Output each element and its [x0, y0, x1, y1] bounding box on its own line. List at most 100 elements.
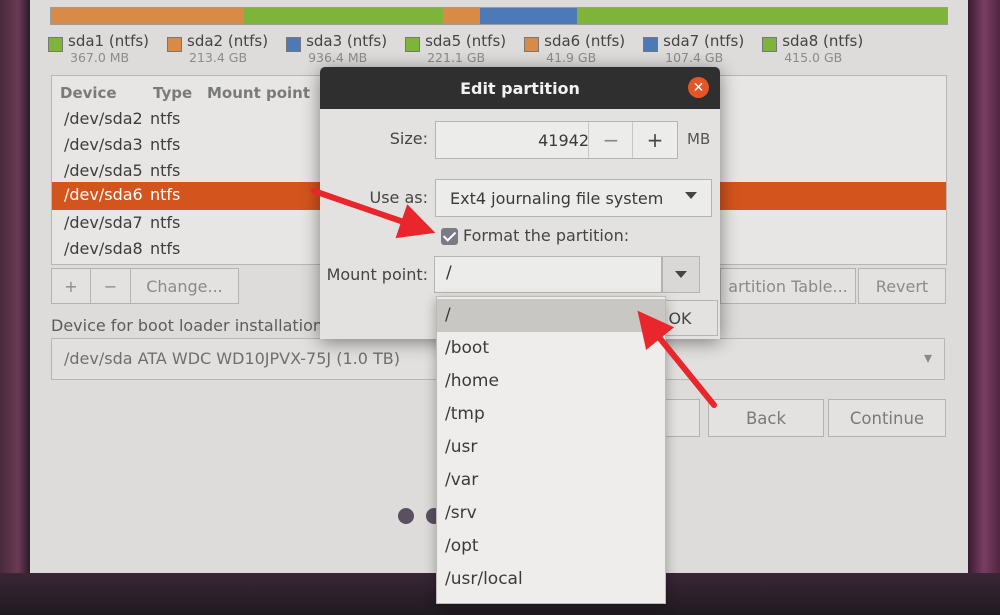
- legend-name: sda3 (ntfs): [306, 32, 388, 50]
- format-label[interactable]: Format the partition:: [463, 226, 629, 245]
- increase-button[interactable]: +: [632, 122, 677, 158]
- legend-swatch: [286, 37, 302, 52]
- monitor-bezel-right: [968, 0, 1000, 615]
- mount-option[interactable]: /usr: [437, 431, 665, 464]
- size-value[interactable]: 41942: [538, 131, 589, 150]
- legend-item: sda5 (ntfs) 221.1 GB: [405, 32, 506, 65]
- legend-name: sda7 (ntfs): [663, 32, 745, 50]
- mount-point-value: /: [446, 263, 452, 283]
- legend-item: sda1 (ntfs) 367.0 MB: [48, 32, 149, 65]
- mount-option-label: /tmp: [445, 404, 485, 424]
- remove-partition-button[interactable]: −: [91, 268, 131, 304]
- row-type: ntfs: [150, 239, 181, 258]
- size-label: Size:: [389, 129, 428, 148]
- boot-loader-device: /dev/sda ATA WDC WD10JPVX-75J (1.0 TB): [64, 349, 400, 368]
- mount-option[interactable]: /boot: [437, 332, 665, 365]
- column-device[interactable]: Device: [60, 84, 117, 102]
- back-button[interactable]: Back: [708, 399, 824, 437]
- mount-option-label: /srv: [445, 503, 477, 523]
- row-type: ntfs: [150, 185, 181, 204]
- quit-button[interactable]: [660, 399, 700, 437]
- legend-name: sda2 (ntfs): [187, 32, 269, 50]
- mount-option[interactable]: /usr/local: [437, 563, 665, 596]
- revert-button[interactable]: Revert: [858, 268, 946, 304]
- mount-point-label: Mount point:: [326, 265, 428, 284]
- legend-name: sda8 (ntfs): [782, 32, 864, 50]
- legend-size: 415.0 GB: [784, 50, 843, 65]
- legend-name: sda5 (ntfs): [425, 32, 507, 50]
- chevron-down-icon: ▾: [923, 348, 932, 367]
- use-as-label: Use as:: [369, 188, 428, 207]
- legend-item: sda7 (ntfs) 107.4 GB: [643, 32, 744, 65]
- row-device: /dev/sda6: [64, 185, 143, 204]
- legend-size: 41.9 GB: [546, 50, 597, 65]
- legend-name: sda6 (ntfs): [544, 32, 626, 50]
- legend-item: sda2 (ntfs) 213.4 GB: [167, 32, 268, 65]
- boot-loader-label: Device for boot loader installation:: [51, 316, 329, 335]
- mount-option[interactable]: /opt: [437, 530, 665, 563]
- mount-option-label: /var: [445, 470, 479, 490]
- format-checkbox[interactable]: [441, 228, 458, 245]
- row-type: ntfs: [150, 213, 181, 232]
- continue-button[interactable]: Continue: [828, 399, 946, 437]
- legend-swatch: [762, 37, 778, 52]
- mount-option[interactable]: /home: [437, 365, 665, 398]
- legend-item: sda3 (ntfs) 936.4 MB: [286, 32, 387, 65]
- partition-bar-sda3: [442, 8, 481, 24]
- mount-option-label: /home: [445, 371, 499, 391]
- mount-point-dropdown-button[interactable]: [662, 256, 700, 293]
- mount-option-label: /usr: [445, 437, 478, 457]
- row-type: ntfs: [150, 135, 181, 154]
- partition-bar-sda6: [576, 8, 947, 24]
- mount-option[interactable]: /var: [437, 464, 665, 497]
- use-as-select[interactable]: Ext4 journaling file system: [435, 179, 712, 217]
- chevron-down-icon: [685, 192, 697, 199]
- mount-point-input[interactable]: /: [434, 256, 662, 293]
- close-icon[interactable]: ✕: [688, 77, 709, 98]
- mount-option-label: /opt: [445, 536, 479, 556]
- row-type: ntfs: [150, 109, 181, 128]
- progress-dot: [398, 508, 414, 524]
- row-device: /dev/sda7: [64, 213, 143, 232]
- mount-option[interactable]: /srv: [437, 497, 665, 530]
- legend-size: 367.0 MB: [70, 50, 130, 65]
- legend-name: sda1 (ntfs): [68, 32, 150, 50]
- decrease-button[interactable]: −: [588, 122, 633, 158]
- add-partition-button[interactable]: +: [51, 268, 91, 304]
- size-unit: MB: [687, 130, 711, 148]
- legend-size: 936.4 MB: [308, 50, 368, 65]
- legend-size: 221.1 GB: [427, 50, 486, 65]
- size-stepper[interactable]: 41942 − +: [435, 121, 678, 159]
- mount-option[interactable]: /tmp: [437, 398, 665, 431]
- legend-swatch: [405, 37, 421, 52]
- table-actions: artition Table... Revert: [720, 268, 946, 304]
- legend-swatch: [643, 37, 659, 52]
- partition-toolbar: + − Change...: [51, 268, 239, 304]
- dialog-title: Edit partition: [320, 67, 720, 109]
- partition-bar-sda1: [51, 8, 244, 24]
- legend-swatch: [48, 37, 63, 52]
- legend-size: 107.4 GB: [665, 50, 724, 65]
- legend-swatch: [167, 37, 183, 52]
- row-device: /dev/sda2: [64, 109, 143, 128]
- change-partition-button[interactable]: Change...: [131, 268, 239, 304]
- mount-option-label: /boot: [445, 338, 489, 358]
- legend-item: sda8 (ntfs) 415.0 GB: [762, 32, 863, 65]
- column-mount-point[interactable]: Mount point: [207, 84, 310, 102]
- new-partition-table-button[interactable]: artition Table...: [720, 268, 856, 304]
- column-type[interactable]: Type: [153, 84, 192, 102]
- partition-legend: sda1 (ntfs) 367.0 MB sda2 (ntfs) 213.4 GB …: [48, 32, 881, 65]
- row-device: /dev/sda3: [64, 135, 143, 154]
- chevron-down-icon: [675, 271, 687, 278]
- mount-point-dropdown-list: / /boot /home /tmp /usr /var /srv /opt /…: [436, 296, 666, 604]
- legend-item: sda6 (ntfs) 41.9 GB: [524, 32, 625, 65]
- mount-option-label: /: [445, 305, 451, 325]
- partition-bar: [50, 7, 948, 25]
- legend-size: 213.4 GB: [189, 50, 248, 65]
- monitor-bezel-left: [0, 0, 30, 615]
- row-device: /dev/sda5: [64, 161, 143, 180]
- mount-option[interactable]: /: [437, 299, 665, 332]
- partition-bar-sda2: [243, 8, 443, 24]
- use-as-value: Ext4 journaling file system: [450, 189, 664, 208]
- partition-bar-sda5: [480, 8, 577, 24]
